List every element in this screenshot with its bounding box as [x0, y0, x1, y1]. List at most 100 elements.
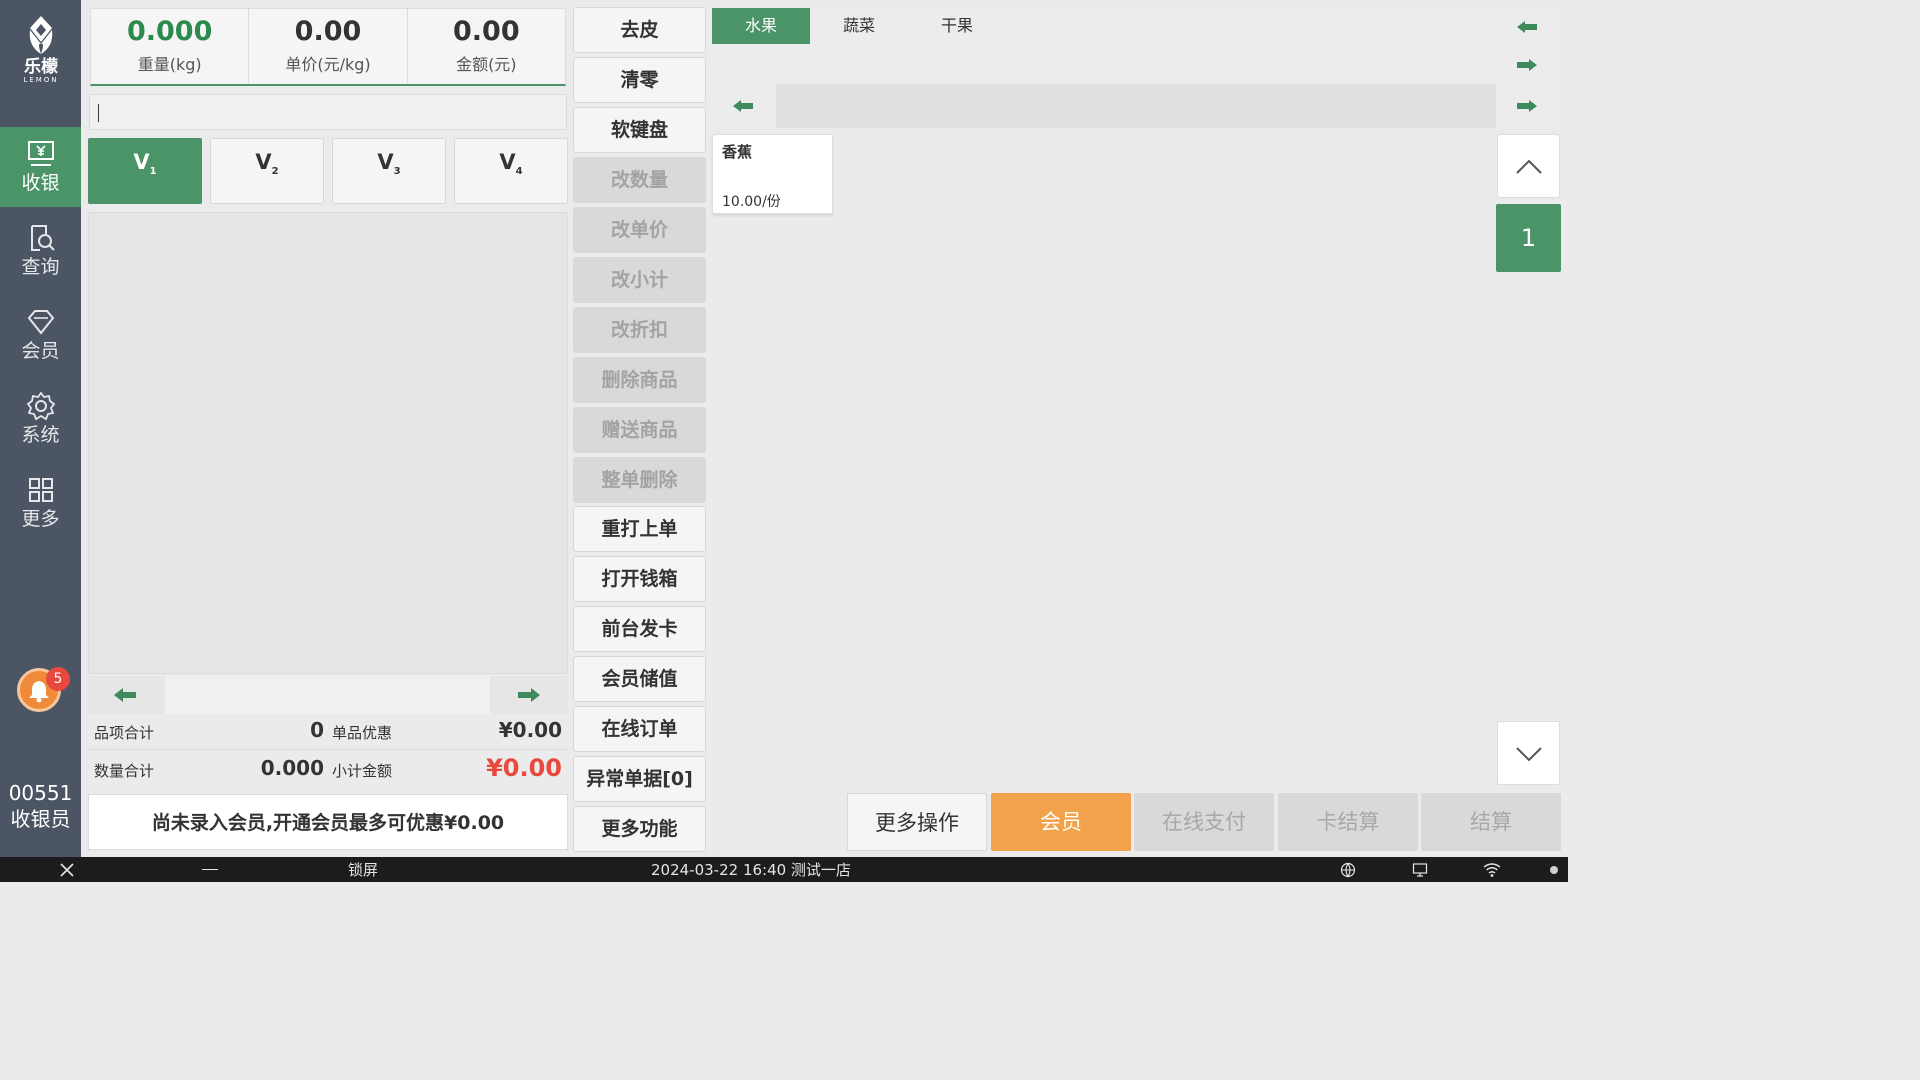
globe-icon[interactable]: [1340, 862, 1356, 884]
category-tab-dried-fruit[interactable]: 干果: [908, 8, 1006, 44]
sidebar-item-query[interactable]: 查询: [0, 211, 81, 291]
amount-label: 金额(元): [456, 55, 517, 74]
sidebar: 乐檬 LEMON 收银 查询 会员 系统 更多 5 00551 收银员: [0, 0, 81, 857]
arrow-right-icon: [518, 688, 540, 702]
order-tab-v4[interactable]: V4: [454, 138, 568, 204]
scale-display: 0.000 重量(kg) 0.00 单价(元/kg) 0.00 金额(元): [90, 8, 566, 86]
chevron-down-icon: [1516, 747, 1542, 762]
order-tab-v3[interactable]: V3: [332, 138, 446, 204]
sidebar-item-more[interactable]: 更多: [0, 463, 81, 543]
member-promo-banner[interactable]: 尚未录入会员,开通会员最多可优惠¥0.00: [88, 794, 568, 850]
change-qty-button[interactable]: 改数量: [573, 157, 706, 203]
category-next-button[interactable]: [1507, 50, 1547, 80]
pager-track: [165, 676, 490, 714]
order-list-pager: [88, 676, 568, 714]
barcode-input[interactable]: [89, 94, 567, 130]
text-caret: [98, 104, 99, 122]
discount-value: ¥0.00: [498, 718, 562, 742]
product-card[interactable]: 香蕉 10.00/份: [712, 134, 833, 214]
sidebar-item-member[interactable]: 会员: [0, 295, 81, 375]
product-name: 香蕉: [722, 143, 753, 161]
arrow-left-icon: [1517, 21, 1537, 33]
order-item-list[interactable]: [88, 212, 568, 674]
status-dot-icon: [1550, 866, 1558, 874]
more-functions-button[interactable]: 更多功能: [573, 806, 706, 852]
gift-item-button[interactable]: 赠送商品: [573, 407, 706, 453]
chevron-up-icon: [1516, 159, 1542, 174]
arrow-left-icon: [733, 100, 753, 112]
query-icon: [30, 225, 55, 251]
online-orders-button[interactable]: 在线订单: [573, 706, 706, 752]
brand-sub: LEMON: [23, 76, 59, 84]
unit-price-label: 单价(元/kg): [285, 55, 371, 74]
subcategory-prev-button[interactable]: [723, 91, 763, 121]
sidebar-item-label: 系统: [21, 424, 60, 446]
weight-value: 0.000: [126, 16, 213, 47]
exception-orders-button[interactable]: 异常单据[0]: [573, 756, 706, 802]
monitor-icon[interactable]: [1412, 862, 1428, 884]
member-button[interactable]: 会员: [991, 793, 1131, 851]
page-down-button[interactable]: [1497, 721, 1560, 785]
online-pay-button[interactable]: 在线支付: [1134, 793, 1274, 851]
order-prev-button[interactable]: [106, 680, 146, 710]
more-operations-button[interactable]: 更多操作: [847, 793, 987, 851]
cashier-icon: [27, 141, 54, 166]
change-discount-button[interactable]: 改折扣: [573, 307, 706, 353]
brand-logo: 乐檬 LEMON: [14, 14, 68, 94]
issue-card-button[interactable]: 前台发卡: [573, 606, 706, 652]
tare-button[interactable]: 去皮: [573, 7, 706, 53]
arrow-left-icon: [114, 688, 136, 702]
checkout-button[interactable]: 结算: [1421, 793, 1561, 851]
minimize-icon[interactable]: [202, 869, 218, 870]
open-drawer-button[interactable]: 打开钱箱: [573, 556, 706, 602]
unit-price-cell: 0.00 单价(元/kg): [249, 9, 408, 84]
totals-row-items: 品项合计 0 单品优惠 ¥0.00: [88, 714, 568, 750]
subtotal-label: 小计金额: [332, 762, 393, 780]
subcategory-track: [776, 84, 1496, 128]
category-tab-vegetable[interactable]: 蔬菜: [810, 8, 908, 44]
card-checkout-button[interactable]: 卡结算: [1278, 793, 1418, 851]
user-role: 收银员: [10, 807, 71, 831]
items-value: 0: [310, 718, 324, 742]
delete-order-button[interactable]: 整单删除: [573, 457, 706, 503]
sidebar-item-system[interactable]: 系统: [0, 379, 81, 459]
discount-label: 单品优惠: [332, 724, 393, 742]
status-text: 2024-03-22 16:40 测试一店: [651, 861, 851, 879]
subcategory-next-button[interactable]: [1507, 91, 1547, 121]
category-prev-button[interactable]: [1507, 12, 1547, 42]
category-tab-fruit[interactable]: 水果: [712, 8, 810, 44]
product-price: 10.00/份: [722, 194, 781, 210]
order-tab-v1[interactable]: V1: [88, 138, 202, 204]
order-tab-v2[interactable]: V2: [210, 138, 324, 204]
lock-screen-button[interactable]: 锁屏: [348, 859, 378, 881]
amount-value: 0.00: [453, 16, 520, 47]
unit-price-value: 0.00: [294, 16, 362, 47]
delete-item-button[interactable]: 删除商品: [573, 357, 706, 403]
qty-value: 0.000: [260, 756, 324, 780]
wifi-icon[interactable]: [1483, 862, 1501, 884]
change-price-button[interactable]: 改单价: [573, 207, 706, 253]
page-up-button[interactable]: [1497, 134, 1560, 198]
close-icon[interactable]: [58, 861, 76, 885]
sidebar-item-cashier[interactable]: 收银: [0, 127, 81, 207]
reprint-button[interactable]: 重打上单: [573, 506, 706, 552]
change-subtotal-button[interactable]: 改小计: [573, 257, 706, 303]
member-recharge-button[interactable]: 会员储值: [573, 656, 706, 702]
taskbar: 锁屏 2024-03-22 16:40 测试一店: [0, 857, 1568, 882]
sidebar-item-label: 查询: [21, 256, 60, 278]
order-next-button[interactable]: [508, 680, 548, 710]
soft-keyboard-button[interactable]: 软键盘: [573, 107, 706, 153]
page-number[interactable]: 1: [1496, 204, 1561, 272]
sidebar-item-label: 收银: [21, 172, 60, 194]
category-bar: 水果 蔬菜 干果: [711, 8, 1560, 84]
user-id: 00551: [8, 781, 73, 805]
order-totals: 品项合计 0 单品优惠 ¥0.00 数量合计 0.000 小计金额 ¥0.00: [88, 714, 568, 788]
grid-icon: [28, 478, 53, 502]
weight-cell: 0.000 重量(kg): [91, 9, 250, 84]
arrow-right-icon: [1517, 100, 1537, 112]
qty-label: 数量合计: [94, 762, 155, 780]
brand-name: 乐檬: [24, 57, 58, 77]
zero-button[interactable]: 清零: [573, 57, 706, 103]
notification-badge: 5: [46, 667, 70, 691]
user-info: 00551 收银员: [0, 780, 81, 832]
